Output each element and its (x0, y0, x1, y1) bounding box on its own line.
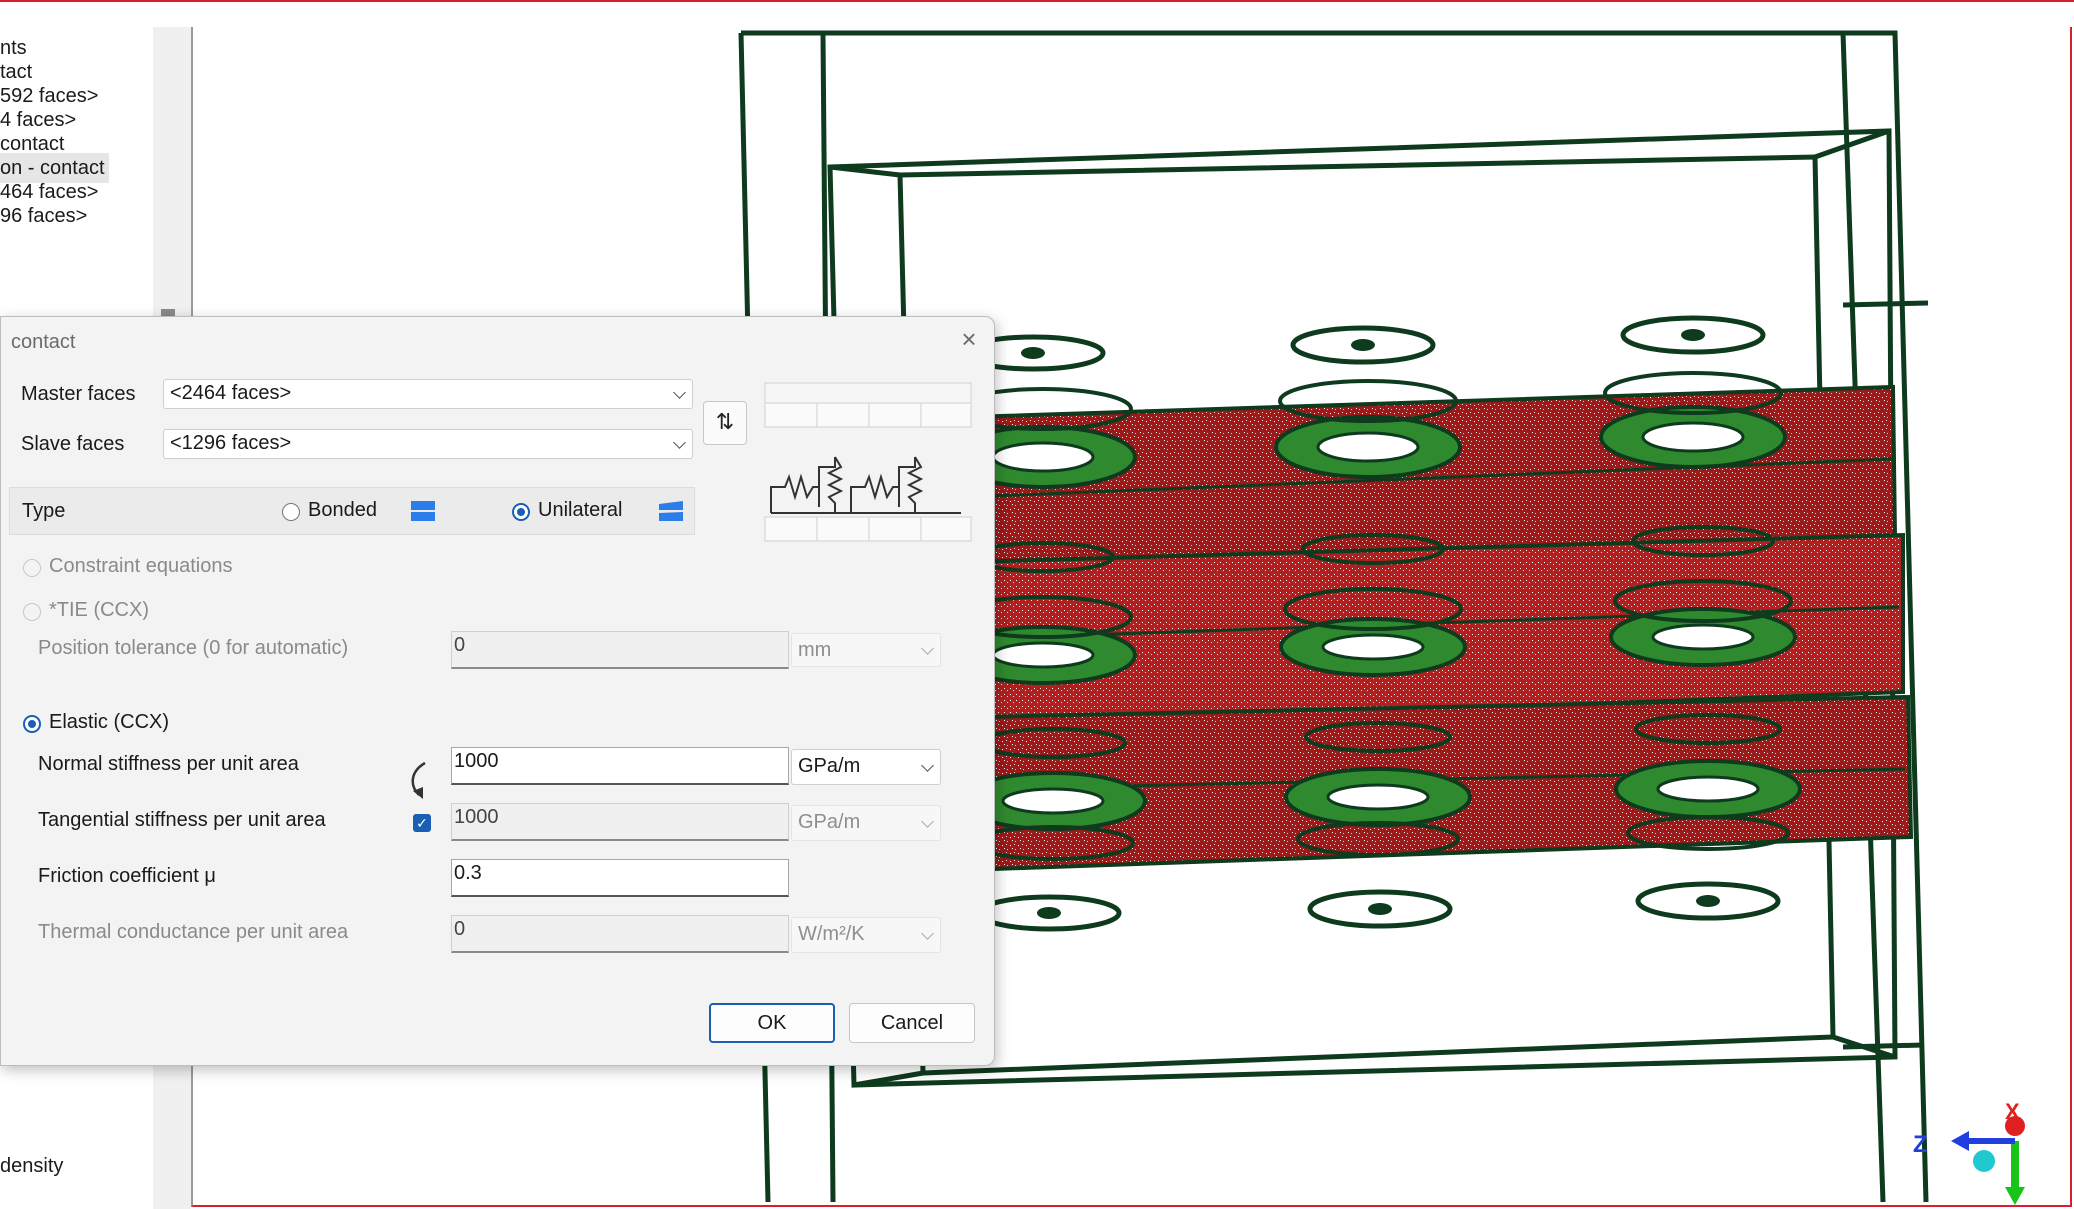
swap-arrows-icon: ⇅ (715, 409, 735, 434)
tangential-stiffness-value: 1000 (454, 806, 499, 828)
z-axis-label: Z (1913, 1131, 1928, 1158)
master-faces-value: <2464 faces> (170, 382, 292, 404)
elastic-radio[interactable] (23, 715, 41, 733)
x-axis-label: X (2005, 1099, 2020, 1124)
unilateral-icon (659, 501, 683, 521)
chevron-down-icon (921, 759, 934, 772)
tangential-stiffness-input[interactable]: 1000 (451, 803, 789, 841)
thermal-conductance-value: 0 (454, 918, 466, 940)
friction-input[interactable]: 0.3 (451, 859, 789, 897)
tie-radio[interactable] (23, 603, 41, 621)
tree-item[interactable]: 96 faces> (0, 201, 87, 231)
unilateral-radio[interactable] (512, 503, 530, 521)
type-group: Type Bonded Unilateral (9, 487, 695, 535)
position-tolerance-value: 0 (454, 634, 466, 656)
link-stiffness-checkbox[interactable]: ✓ (413, 814, 431, 832)
ok-button[interactable]: OK (709, 1003, 835, 1043)
bonded-icon (411, 501, 435, 521)
position-tolerance-unit-value: mm (798, 639, 832, 661)
slave-faces-value: <1296 faces> (170, 432, 292, 454)
master-faces-combo[interactable]: <2464 faces> (163, 379, 693, 409)
tie-label: *TIE (CCX) (49, 599, 149, 621)
window-top-bar (0, 0, 2074, 27)
unilateral-label: Unilateral (538, 499, 623, 521)
chevron-down-icon (921, 927, 934, 940)
bonded-label: Bonded (308, 499, 377, 521)
chevron-down-icon (673, 386, 686, 399)
friction-value: 0.3 (454, 862, 482, 884)
tangential-stiffness-unit[interactable]: GPa/m (791, 805, 941, 841)
position-tolerance-label: Position tolerance (0 for automatic) (38, 637, 349, 659)
axis-triad: Z X (1913, 1099, 2025, 1205)
cancel-button[interactable]: Cancel (849, 1003, 975, 1043)
tree-item[interactable]: density (0, 1151, 63, 1181)
normal-stiffness-unit-value: GPa/m (798, 755, 861, 777)
normal-stiffness-label: Normal stiffness per unit area (38, 753, 299, 775)
position-tolerance-input[interactable]: 0 (451, 631, 789, 669)
chevron-down-icon (921, 815, 934, 828)
bonded-radio[interactable] (282, 503, 300, 521)
constraint-equations-label: Constraint equations (49, 555, 233, 577)
thermal-conductance-unit[interactable]: W/m²/K (791, 917, 941, 953)
slave-faces-combo[interactable]: <1296 faces> (163, 429, 693, 459)
chevron-down-icon (673, 436, 686, 449)
close-icon[interactable]: × (957, 326, 981, 352)
dialog-title: contact (11, 331, 76, 353)
position-tolerance-unit[interactable]: mm (791, 633, 941, 667)
tangential-stiffness-unit-value: GPa/m (798, 811, 861, 833)
type-label: Type (22, 500, 66, 522)
contact-spring-illustration (764, 382, 972, 542)
constraint-equations-radio[interactable] (23, 559, 41, 577)
master-faces-label: Master faces (21, 383, 136, 405)
chevron-down-icon (921, 642, 934, 655)
slave-faces-label: Slave faces (21, 433, 125, 455)
thermal-conductance-unit-value: W/m²/K (798, 923, 865, 945)
thermal-conductance-input[interactable]: 0 (451, 915, 789, 953)
friction-label: Friction coefficient μ (38, 865, 216, 887)
tangential-stiffness-label: Tangential stiffness per unit area (38, 809, 326, 831)
normal-stiffness-unit[interactable]: GPa/m (791, 749, 941, 785)
normal-stiffness-input[interactable]: 1000 (451, 747, 789, 785)
thermal-conductance-label: Thermal conductance per unit area (38, 921, 349, 943)
elastic-label: Elastic (CCX) (49, 711, 170, 733)
swap-faces-button[interactable]: ⇅ (703, 401, 747, 445)
contact-dialog[interactable]: contact × Master faces <2464 faces> Slav… (0, 316, 995, 1066)
normal-stiffness-value: 1000 (454, 750, 499, 772)
link-arrow-icon (411, 761, 426, 799)
